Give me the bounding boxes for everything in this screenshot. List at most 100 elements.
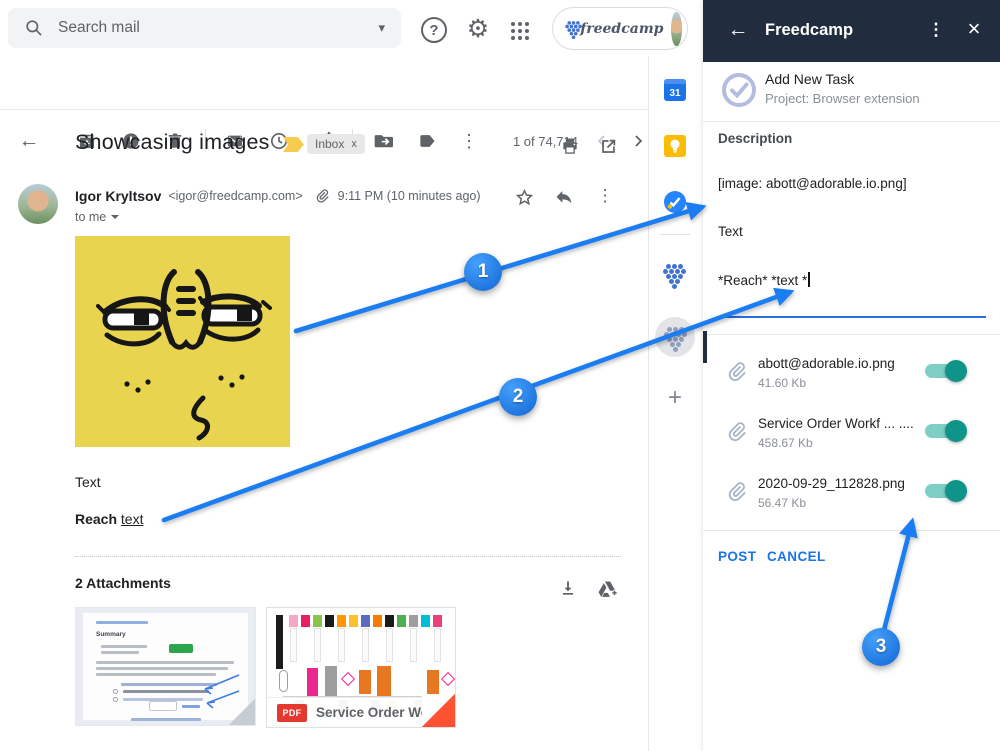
pdf-preview-shape	[427, 670, 439, 694]
save-to-drive-button[interactable]	[595, 576, 619, 600]
keep-app-icon[interactable]	[664, 135, 686, 157]
pdf-preview-shape	[359, 670, 371, 694]
inline-image-attachment[interactable]	[75, 236, 290, 447]
attachment-name: 2020-09-29_112828.png	[758, 476, 905, 491]
task-check-icon	[720, 71, 758, 109]
panel-header: ← Freedcamp ⋮ ×	[703, 0, 1000, 62]
task-project: Project: Browser extension	[765, 91, 920, 106]
calendar-day-label: 31	[669, 87, 680, 101]
message-more-button[interactable]: ⋮	[593, 184, 617, 208]
cancel-button[interactable]: CANCEL	[767, 549, 826, 564]
apps-grid-button[interactable]	[511, 22, 515, 26]
help-button[interactable]: ?	[421, 17, 447, 43]
back-icon: ←	[728, 18, 749, 42]
strip-divider	[660, 234, 690, 235]
sender-row: Igor Kryltsov <igor@freedcamp.com> 9:11 …	[75, 187, 481, 204]
sender-avatar[interactable]	[18, 184, 58, 224]
text-field-value: *Reach* *text *	[718, 273, 807, 288]
panel-back-button[interactable]: ←	[723, 15, 753, 45]
drive-add-icon	[597, 578, 618, 599]
preview-decor	[101, 651, 139, 654]
tasks-app-icon[interactable]	[664, 191, 686, 213]
panel-close-button[interactable]: ×	[959, 14, 989, 44]
toggle-knob	[945, 360, 967, 382]
panel-scrollbar[interactable]	[703, 331, 707, 363]
text-link[interactable]: text	[121, 511, 144, 527]
page-fold	[422, 694, 455, 727]
cartoon-face-illustration	[75, 236, 290, 447]
recipient-caret-icon	[111, 215, 119, 219]
sender-name: Igor Kryltsov	[75, 188, 161, 204]
recipient-row[interactable]: to me	[75, 210, 119, 224]
settings-button[interactable]: ⚙	[463, 13, 493, 45]
download-all-button[interactable]	[556, 576, 580, 600]
brand-name: freedcamp	[580, 21, 663, 37]
pdf-preview-tab	[337, 615, 346, 627]
preview-decor	[96, 667, 228, 670]
email-subject: Showcasing images	[75, 130, 270, 155]
text-label: Text	[718, 224, 743, 239]
calendar-icon-header	[664, 79, 686, 84]
pdf-preview-tab	[349, 615, 358, 627]
kebab-icon: ⋮	[460, 131, 478, 152]
calendar-app-icon[interactable]: 31	[664, 79, 686, 101]
attachment-indicator-icon	[314, 187, 331, 204]
search-input[interactable]: Search mail ▾	[8, 8, 401, 48]
pdf-preview-tab	[421, 615, 430, 627]
pdf-preview-shape	[441, 672, 455, 686]
description-label: Description	[718, 131, 792, 146]
attachment-toggle[interactable]	[925, 424, 965, 438]
account-pill[interactable]: freedcamp	[552, 7, 688, 50]
back-icon: ←	[19, 129, 40, 153]
user-avatar[interactable]	[671, 12, 682, 46]
paperclip-icon	[725, 419, 749, 443]
help-icon: ?	[429, 22, 438, 39]
attachment-toggle[interactable]	[925, 484, 965, 498]
pdf-preview-decor	[386, 628, 393, 662]
post-button[interactable]: POST	[718, 549, 756, 564]
remove-label-icon[interactable]: x	[351, 138, 357, 150]
annotation-badge-2: 2	[499, 378, 537, 416]
freedcamp-addon-active[interactable]	[655, 317, 695, 357]
labels-button[interactable]	[415, 129, 439, 153]
reach-bold-text: Reach	[75, 511, 117, 527]
search-options-caret-icon[interactable]: ▾	[378, 20, 385, 36]
panel-divider	[703, 334, 1000, 335]
paperclip-icon	[725, 359, 749, 383]
get-addons-button[interactable]: +	[663, 386, 687, 410]
screen: Search mail ▾ ? ⚙ freedcamp ←	[0, 0, 1000, 751]
older-button[interactable]	[626, 129, 650, 153]
preview-decor	[96, 621, 148, 624]
freedcamp-addon-icon[interactable]	[664, 263, 690, 289]
attachment-name: Service Order Workf ... ....	[758, 416, 914, 431]
pdf-preview-shape	[325, 666, 337, 696]
description-field[interactable]: [image: abott@adorable.io.png]	[718, 176, 907, 191]
attachment-card-screenshot[interactable]: Summary	[75, 607, 256, 726]
reply-button[interactable]	[552, 185, 576, 209]
attachment-size: 458.67 Kb	[758, 436, 813, 450]
freedcamp-panel: ← Freedcamp ⋮ × Add New Task Project: Br…	[703, 0, 1000, 751]
attachments-divider	[75, 556, 621, 557]
text-field[interactable]: *Reach* *text *	[718, 272, 810, 288]
preview-page: Summary	[83, 613, 248, 720]
move-to-button[interactable]	[371, 129, 395, 153]
attachment-toggle[interactable]	[925, 364, 965, 378]
preview-radio	[113, 689, 118, 694]
inbox-label-chip[interactable]: Inbox x	[307, 134, 365, 154]
close-icon: ×	[968, 16, 981, 42]
panel-menu-button[interactable]: ⋮	[922, 16, 950, 44]
panel-divider	[703, 530, 1000, 531]
more-options-button[interactable]: ⋮	[457, 129, 481, 153]
search-placeholder: Search mail	[58, 19, 364, 37]
star-icon	[514, 187, 535, 208]
print-button[interactable]	[558, 134, 582, 158]
pdf-preview-tab	[301, 615, 310, 627]
pdf-preview-tab	[289, 615, 298, 627]
attachment-card-pdf[interactable]: PDF Service Order Work...	[266, 607, 456, 728]
printer-icon	[560, 136, 580, 156]
star-button[interactable]	[512, 185, 536, 209]
plus-icon: +	[668, 384, 682, 412]
page-fold	[229, 699, 255, 725]
open-in-new-button[interactable]	[596, 134, 620, 158]
back-button[interactable]: ←	[17, 129, 41, 153]
